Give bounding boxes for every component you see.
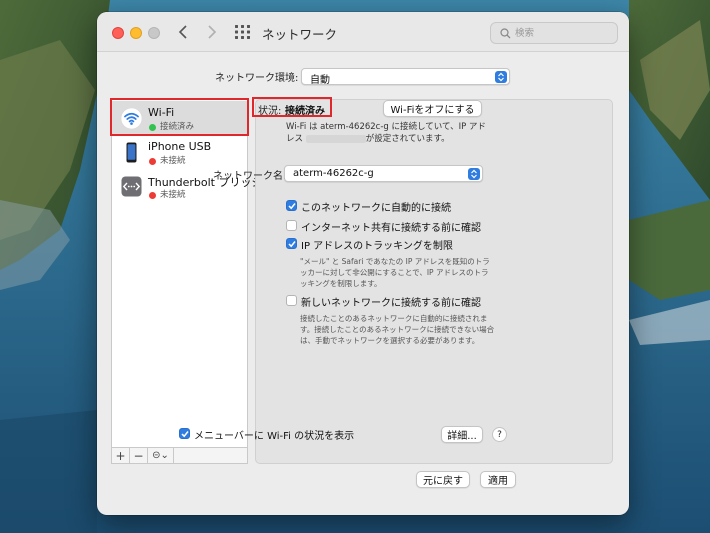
forward-button[interactable] <box>202 22 222 42</box>
thunderbolt-bridge-icon <box>121 176 142 197</box>
iphone-icon <box>126 142 137 163</box>
status-dot <box>149 158 156 165</box>
show-all-grid-icon[interactable] <box>234 24 252 40</box>
search-input[interactable] <box>515 25 610 41</box>
network-name-value: aterm-46262c-g <box>293 168 374 179</box>
add-service-button[interactable]: + <box>112 448 130 463</box>
sidebar-toolbar: + − ⊝⌄ <box>111 447 248 464</box>
option-help-text: "メール" と Safari であなたの IP アドレスを既知のトラッカーに対し… <box>300 257 490 288</box>
checkbox-checked[interactable] <box>286 200 297 211</box>
status-value: 接続済み <box>285 106 325 117</box>
ip-suffix: が設定されています。 <box>365 134 450 144</box>
turn-wifi-off-button[interactable]: Wi-Fiをオフにする <box>383 100 482 117</box>
network-name-popup[interactable]: aterm-46262c-g <box>284 165 483 182</box>
status-dot <box>149 192 156 199</box>
zoom-button[interactable] <box>148 27 160 39</box>
checkbox-unchecked[interactable] <box>286 220 297 231</box>
search-field[interactable] <box>490 22 618 44</box>
ip-prefix: レス <box>286 134 304 144</box>
help-button[interactable]: ? <box>492 427 507 442</box>
search-icon <box>500 28 511 39</box>
status-label: 状況: <box>258 106 282 117</box>
checkbox-checked[interactable] <box>286 238 297 249</box>
action-menu-button[interactable]: ⊝⌄ <box>148 448 174 463</box>
service-status: 未接続 <box>160 190 186 200</box>
option-label: インターネット共有に接続する前に確認 <box>301 223 481 234</box>
popup-stepper-icon <box>468 168 480 180</box>
back-button[interactable] <box>173 22 193 42</box>
close-button[interactable] <box>112 27 124 39</box>
location-value: 自動 <box>310 75 330 86</box>
network-name-label: ネットワーク名: <box>213 171 287 182</box>
service-item-iphone-usb[interactable]: iPhone USB 未接続 <box>112 135 247 169</box>
chevron-left-icon <box>178 25 187 39</box>
checkbox-checked[interactable] <box>179 428 190 439</box>
service-status: 未接続 <box>160 156 186 166</box>
status-description-line2: レス が設定されています。 <box>286 133 486 145</box>
apply-button[interactable]: 適用 <box>480 471 516 488</box>
status-description: Wi-Fi は aterm-46262c-g に接続していて、IP アド レス … <box>286 121 486 145</box>
status-description-line1: Wi-Fi は aterm-46262c-g に接続していて、IP アド <box>286 122 486 132</box>
advanced-button[interactable]: 詳細... <box>441 426 483 443</box>
checkbox-unchecked[interactable] <box>286 295 297 306</box>
location-label: ネットワーク環境: <box>215 73 299 84</box>
option-help-text: 接続したことのあるネットワークに自動的に接続されます。接続したことのあるネットワ… <box>300 314 495 345</box>
option-label: 新しいネットワークに接続する前に確認 <box>301 298 481 309</box>
chevron-right-icon <box>208 25 217 39</box>
option-label: IP アドレスのトラッキングを制限 <box>301 241 453 252</box>
popup-stepper-icon <box>495 71 507 83</box>
redacted-ip <box>305 134 366 143</box>
minimize-button[interactable] <box>130 27 142 39</box>
titlebar: ネットワーク <box>97 12 629 52</box>
location-popup[interactable]: 自動 <box>301 68 510 86</box>
option-label: メニューバーに Wi-Fi の状況を表示 <box>194 431 355 442</box>
service-name: iPhone USB <box>148 140 212 153</box>
wifi-highlight-box <box>110 98 249 136</box>
service-list: Wi-Fi 接続済み iPhone USB 未接続 Thunderbolt ブリ… <box>111 99 263 464</box>
remove-service-button[interactable]: − <box>130 448 148 463</box>
window-title: ネットワーク <box>262 27 338 42</box>
option-label: このネットワークに自動的に接続 <box>301 203 451 214</box>
revert-button[interactable]: 元に戻す <box>416 471 470 488</box>
